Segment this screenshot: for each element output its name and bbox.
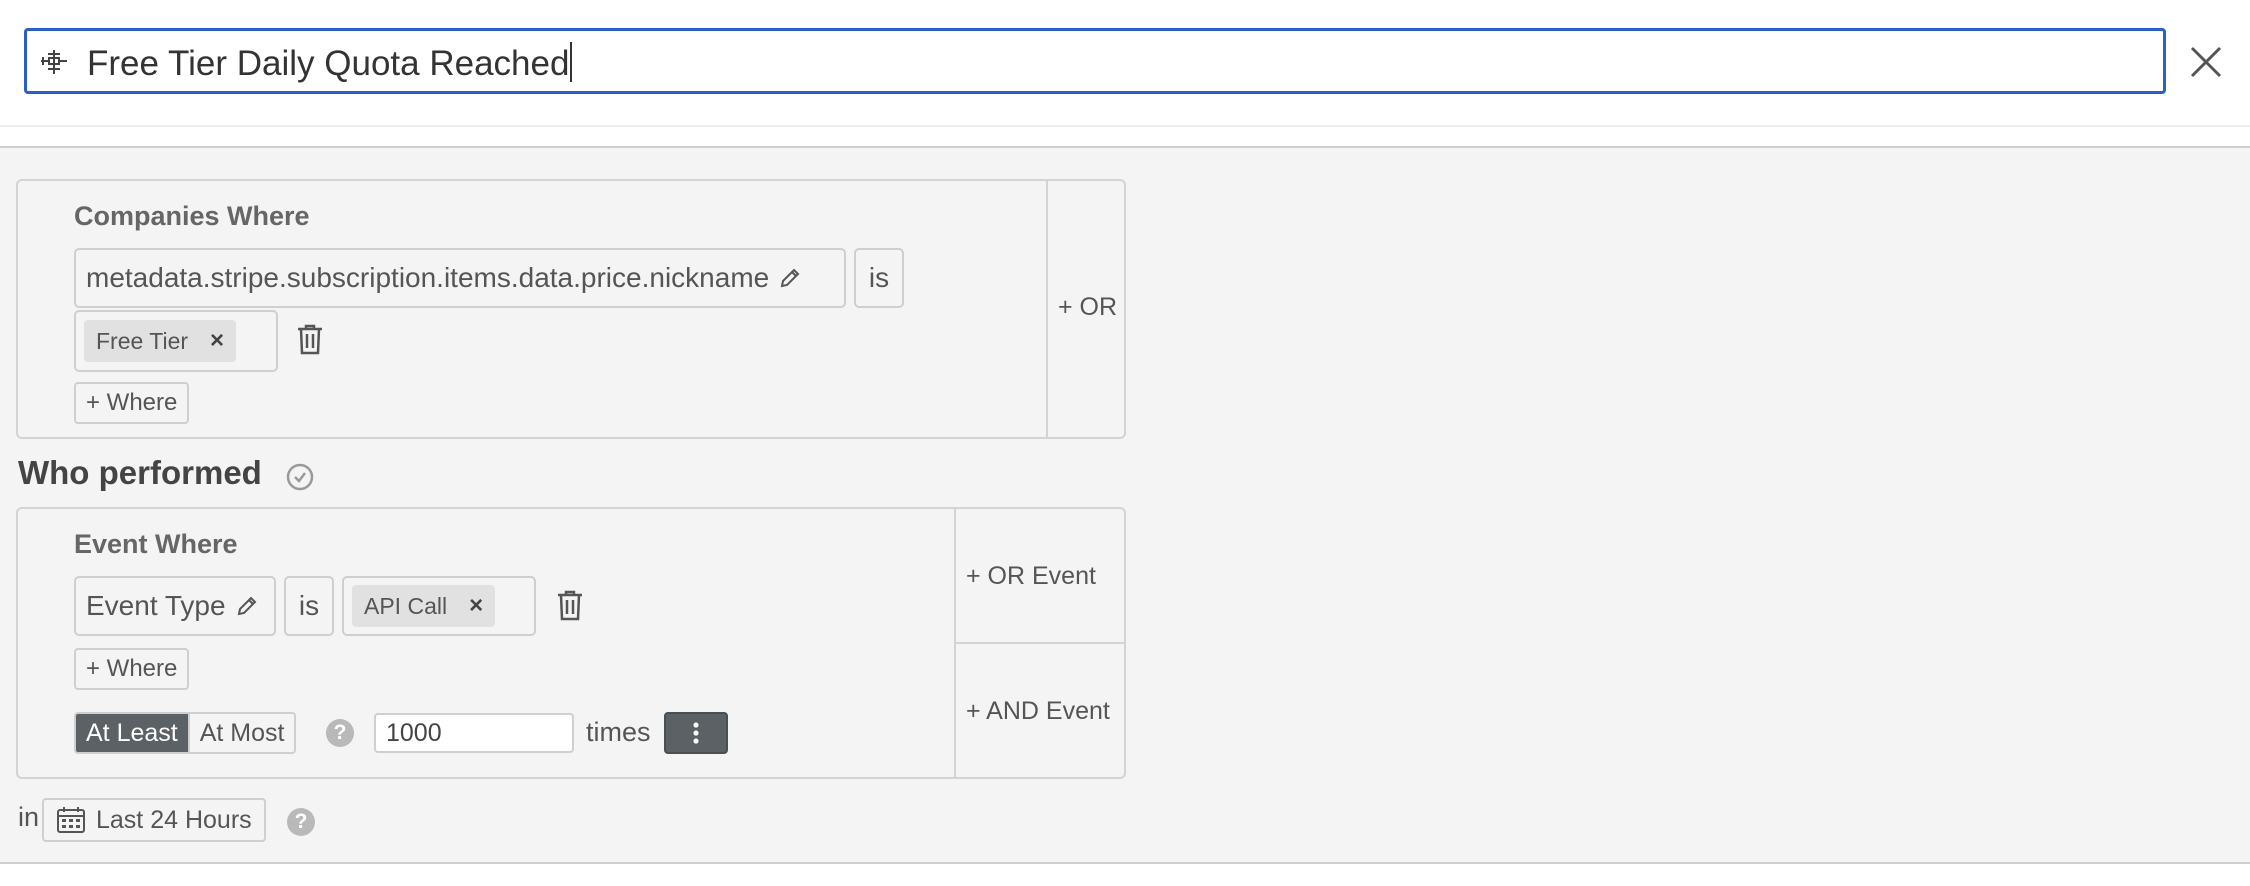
companies-value-field[interactable]: Free Tier ×	[74, 310, 278, 372]
add-or-event-button[interactable]: + OR Event	[966, 562, 1096, 591]
add-and-event-button[interactable]: + AND Event	[966, 697, 1110, 726]
text-caret	[570, 42, 573, 82]
pencil-icon[interactable]	[779, 267, 801, 289]
companies-property-field[interactable]: metadata.stripe.subscription.items.data.…	[74, 248, 846, 308]
event-operator-label: is	[298, 590, 320, 621]
event-count-input[interactable]	[374, 713, 574, 753]
close-button[interactable]	[2188, 44, 2224, 80]
segment-builder-panel: Companies Where metadata.stripe.subscrip…	[0, 146, 2250, 864]
add-where-label: + Where	[86, 655, 178, 682]
event-property-field[interactable]: Event Type	[74, 576, 276, 636]
header-divider	[0, 125, 2250, 127]
more-options-button[interactable]	[664, 712, 728, 754]
companies-operator[interactable]: is	[854, 248, 904, 308]
delete-condition-icon[interactable]	[296, 323, 324, 355]
companies-or-column: + OR	[1046, 181, 1124, 437]
remove-chip-icon[interactable]: ×	[210, 327, 224, 355]
frequency-help-icon[interactable]: ?	[326, 719, 354, 747]
remove-chip-icon[interactable]: ×	[469, 592, 483, 620]
segment-title-value[interactable]: Free Tier Daily Quota Reached	[87, 42, 573, 84]
frequency-toggle[interactable]: At Least At Most	[74, 712, 297, 754]
timeframe-help-icon[interactable]: ?	[287, 808, 315, 836]
date-range-button[interactable]: Last 24 Hours	[42, 798, 266, 842]
date-range-label: Last 24 Hours	[96, 805, 252, 834]
value-chip-label: Free Tier	[96, 327, 189, 354]
event-operator[interactable]: is	[284, 576, 334, 636]
add-where-label: + Where	[86, 389, 178, 416]
times-label: times	[586, 717, 651, 747]
more-vertical-icon	[692, 721, 700, 745]
calendar-icon	[56, 806, 86, 834]
add-or-button[interactable]: + OR	[1058, 293, 1117, 322]
or-event-cell: + OR Event	[956, 509, 1124, 644]
companies-operator-label: is	[868, 262, 890, 293]
pencil-icon[interactable]	[236, 595, 258, 617]
delete-condition-icon[interactable]	[556, 589, 584, 621]
at-most-option[interactable]: At Most	[187, 714, 295, 752]
close-icon	[2188, 44, 2224, 80]
companies-add-where-button[interactable]: + Where	[74, 382, 190, 424]
segment-builder-icon	[39, 48, 69, 76]
event-property-name: Event Type	[86, 590, 226, 621]
event-add-where-button[interactable]: + Where	[74, 648, 190, 690]
timeframe-prefix: in	[18, 802, 40, 832]
companies-where-label: Companies Where	[74, 201, 310, 231]
companies-filter-card: Companies Where metadata.stripe.subscrip…	[16, 179, 1126, 439]
companies-property-name: metadata.stripe.subscription.items.data.…	[86, 262, 770, 293]
event-where-label: Event Where	[74, 529, 238, 559]
clock-icon[interactable]	[285, 462, 315, 492]
event-filter-card: Event Where Event Type is API Call × + W…	[16, 507, 1126, 779]
segment-title-field[interactable]: Free Tier Daily Quota Reached	[24, 28, 2166, 94]
who-performed-heading: Who performed	[18, 454, 262, 491]
at-least-option[interactable]: At Least	[76, 714, 188, 752]
value-chip: Free Tier ×	[84, 320, 237, 362]
event-value-field[interactable]: API Call ×	[342, 576, 536, 636]
event-logic-column: + OR Event + AND Event	[954, 509, 1124, 777]
value-chip-label: API Call	[364, 592, 448, 619]
value-chip: API Call ×	[352, 585, 496, 627]
